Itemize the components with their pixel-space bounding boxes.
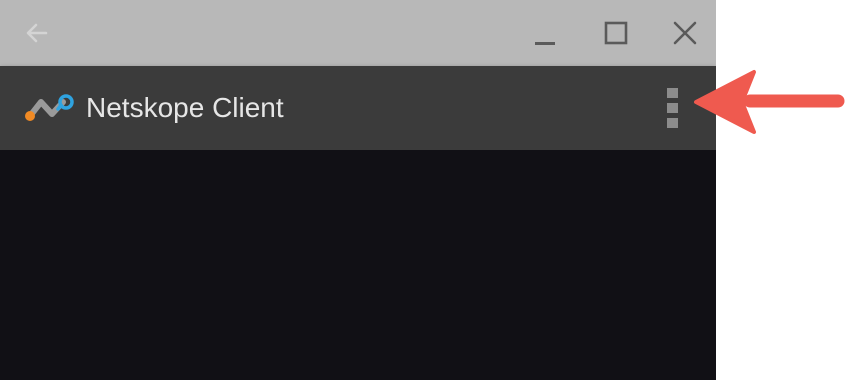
overflow-menu-button[interactable] <box>654 84 690 132</box>
annotation-arrow-icon <box>694 70 845 134</box>
content-area <box>0 150 716 380</box>
maximize-button[interactable] <box>596 13 636 53</box>
arrow-left-icon <box>26 23 48 43</box>
netskope-logo-icon <box>25 94 74 121</box>
minimize-icon <box>535 42 555 45</box>
close-icon <box>673 21 697 45</box>
maximize-icon <box>604 21 628 45</box>
close-button[interactable] <box>665 13 705 53</box>
netskope-client-window: Netskope Client <box>0 0 716 380</box>
minimize-button[interactable] <box>525 13 565 53</box>
more-vertical-icon <box>666 88 678 98</box>
more-vertical-icon <box>666 118 678 128</box>
back-button[interactable] <box>20 16 54 50</box>
window-title-bar <box>0 0 716 66</box>
app-bar: Netskope Client <box>0 66 716 150</box>
app-title: Netskope Client <box>86 92 284 123</box>
more-vertical-icon <box>666 103 678 113</box>
